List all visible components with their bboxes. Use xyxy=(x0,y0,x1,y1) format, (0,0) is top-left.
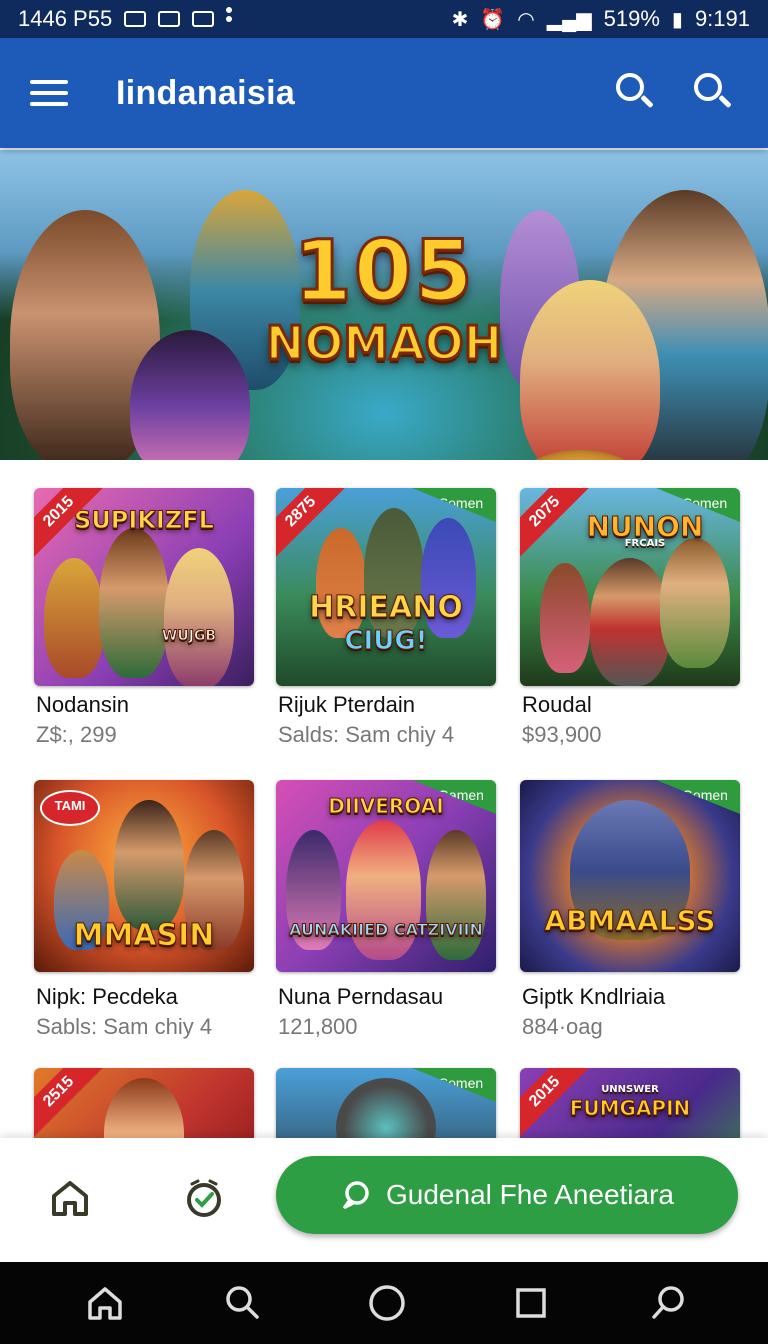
thumb-character xyxy=(540,563,590,673)
thumb-subtitle: WUJGB xyxy=(161,628,217,645)
search-icon[interactable] xyxy=(690,69,738,117)
game-price: 884·oag xyxy=(522,1014,603,1039)
thumb-subtitle: AUNAKIIED CATZIVIIN xyxy=(289,920,484,940)
home-icon-svg xyxy=(88,1287,122,1320)
thumb-character xyxy=(114,800,184,930)
game-thumbnail: DIIVEROAI AUNAKIIED CATZIVIIN Gamen xyxy=(276,780,496,972)
home-icon-svg xyxy=(52,1181,88,1216)
app-bar: Iindanaisia xyxy=(0,38,768,148)
bottom-action-bar: Gudenal Fhe Aneetiara xyxy=(0,1138,768,1262)
clock-check-icon[interactable] xyxy=(182,1176,226,1220)
status-time: 9:191 xyxy=(694,6,750,31)
more-notifications-icon xyxy=(226,16,233,22)
thumb-title: MMASIN xyxy=(73,918,215,954)
game-thumbnail: TAMI MMASIN xyxy=(34,780,254,972)
thumb-title: HRIEANO xyxy=(309,590,464,626)
home-icon[interactable] xyxy=(84,1282,126,1324)
search-ring xyxy=(694,73,722,101)
notification-icon xyxy=(124,11,147,27)
home-icon[interactable] xyxy=(48,1176,92,1220)
game-thumbnail: HRIEANO CIUG! 2875 Somen xyxy=(276,488,496,686)
game-thumbnail: ABMAALSS Gomen xyxy=(520,780,740,972)
signal-icon: ▂▄▆ xyxy=(546,8,592,31)
tag-ribbon: Somen xyxy=(412,488,496,522)
thumb-subtitle: CIUG! xyxy=(344,626,428,657)
game-price: 121,800 xyxy=(278,1014,358,1039)
speech-bubble-text: TAMI xyxy=(54,798,86,813)
square-recents-icon-svg xyxy=(516,1288,546,1318)
image-notification-icon xyxy=(158,11,181,27)
search-ring xyxy=(616,73,644,101)
chat-bubble-icon xyxy=(343,1181,369,1209)
hero-subtitle: NOMAOH xyxy=(264,315,504,372)
thumb-character xyxy=(164,548,234,686)
circle-home-icon-svg xyxy=(369,1285,405,1321)
thumb-character xyxy=(660,538,730,668)
game-price: $93,900 xyxy=(522,722,602,747)
page-title: Iindanaisia xyxy=(116,73,296,112)
game-name: Nuna Perndasau xyxy=(278,984,444,1009)
search-icon-svg xyxy=(226,1286,259,1319)
search-icon-svg xyxy=(652,1286,684,1319)
menu-icon[interactable] xyxy=(30,69,78,117)
game-name: Rijuk Pterdain xyxy=(278,692,415,717)
game-thumbnail: SUPIKIZFL WUJGB 2015 xyxy=(34,488,254,686)
circle-home-icon[interactable] xyxy=(366,1282,408,1324)
year-ribbon: 2515 xyxy=(34,1068,108,1141)
square-recents-icon[interactable] xyxy=(510,1282,552,1324)
search-handle xyxy=(718,94,732,109)
primary-cta-button[interactable]: Gudenal Fhe Aneetiara xyxy=(276,1156,738,1234)
search-icon[interactable] xyxy=(648,1282,690,1324)
battery-icon: ▮ xyxy=(671,8,683,31)
battery-percent: 519% xyxy=(603,6,660,31)
bluetooth-icon: ✱ xyxy=(451,8,469,31)
thumb-character xyxy=(99,528,169,678)
system-nav-bar xyxy=(0,1262,768,1344)
game-thumbnail: NUNON FRCAIS 2075 Somen xyxy=(520,488,740,686)
hero-title: 105 xyxy=(292,221,475,322)
game-subtitle: Salds: Sam chiy 4 xyxy=(278,722,455,747)
wifi-icon: ◠ xyxy=(517,8,535,31)
status-left: 1446 P55 xyxy=(18,6,233,32)
thumb-character xyxy=(590,558,670,686)
tag-ribbon: Gomen xyxy=(656,780,740,814)
thumb-subtitle: FRCAIS xyxy=(624,538,666,549)
search-icon[interactable] xyxy=(222,1282,264,1324)
game-subtitle: Sabls: Sam chiy 4 xyxy=(36,1014,213,1039)
thumb-title: ABMAALSS xyxy=(544,904,716,938)
game-name: Nipk: Pecdeka xyxy=(36,984,178,1009)
menu-line xyxy=(30,102,68,106)
message-notification-icon xyxy=(192,11,215,27)
status-carrier-text: 1446 P55 xyxy=(18,6,113,31)
thumb-character xyxy=(44,558,104,678)
alarm-icon: ⏰ xyxy=(480,8,506,31)
game-name: Giptk Kndlriaia xyxy=(522,984,666,1009)
search-handle xyxy=(640,94,654,109)
clock-check-icon-svg xyxy=(187,1179,221,1217)
menu-line xyxy=(30,91,68,95)
menu-line xyxy=(30,80,68,84)
status-right: ✱ ⏰ ◠ ▂▄▆ 519% ▮ 9:191 xyxy=(452,6,750,32)
game-price: Z$:, 299 xyxy=(36,722,117,747)
thumb-character xyxy=(426,830,486,960)
status-bar: 1446 P55 ✱ ⏰ ◠ ▂▄▆ 519% ▮ 9:191 xyxy=(0,0,768,38)
search-icon[interactable] xyxy=(612,69,660,117)
game-name: Roudal xyxy=(522,692,592,717)
cta-label: Gudenal Fhe Aneetiara xyxy=(386,1179,674,1210)
game-name: Nodansin xyxy=(36,692,129,717)
app-root: 1446 P55 ✱ ⏰ ◠ ▂▄▆ 519% ▮ 9:191 Iindanai… xyxy=(0,0,768,1344)
thumb-character xyxy=(346,820,421,960)
